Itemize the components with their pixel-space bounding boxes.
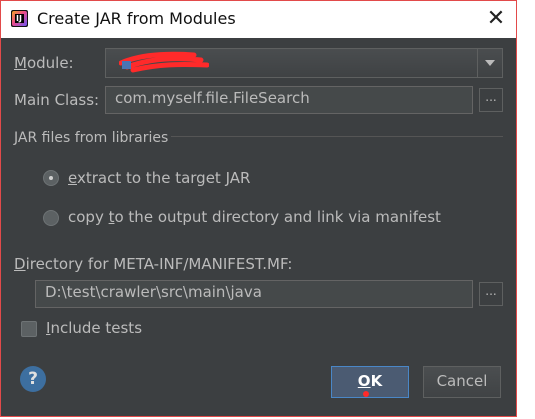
create-jar-dialog: IJ Create JAR from Modules ✕ Module: Mai… <box>0 0 517 417</box>
main-class-label: Main Class: <box>14 91 100 109</box>
cancel-button[interactable]: Cancel <box>423 366 501 398</box>
main-class-field[interactable]: com.myself.file.FileSearch <box>105 86 473 114</box>
module-label: Module: <box>14 54 74 72</box>
ok-button[interactable]: OK <box>331 366 409 398</box>
manifest-directory-value: D:\test\crawler\src\main\java <box>45 283 262 301</box>
extract-option-label[interactable]: extract to the target JAR <box>68 169 250 187</box>
dialog-title: Create JAR from Modules <box>37 9 236 28</box>
manifest-directory-field[interactable]: D:\test\crawler\src\main\java <box>35 280 473 308</box>
copy-option-label[interactable]: copy to the output directory and link vi… <box>68 208 441 226</box>
jar-files-section-title: JAR files from libraries <box>14 130 169 146</box>
copy-radio[interactable] <box>43 210 59 226</box>
chevron-down-icon[interactable] <box>477 49 502 77</box>
title-bar[interactable]: IJ Create JAR from Modules ✕ <box>1 1 516 38</box>
section-divider <box>171 136 503 137</box>
red-annotation-dot <box>363 391 369 397</box>
redaction-scribble <box>119 51 209 73</box>
help-icon[interactable]: ? <box>20 366 46 392</box>
manifest-directory-label: Directory for META-INF/MANIFEST.MF: <box>14 255 293 273</box>
intellij-idea-icon: IJ <box>11 10 28 27</box>
include-tests-checkbox[interactable] <box>21 321 37 337</box>
include-tests-label[interactable]: Include tests <box>46 319 142 337</box>
close-icon[interactable]: ✕ <box>481 3 511 35</box>
main-class-browse-button[interactable]: ... <box>479 88 503 112</box>
main-class-value: com.myself.file.FileSearch <box>115 89 310 107</box>
extract-radio[interactable] <box>43 170 59 186</box>
manifest-browse-button[interactable]: ... <box>479 282 503 306</box>
